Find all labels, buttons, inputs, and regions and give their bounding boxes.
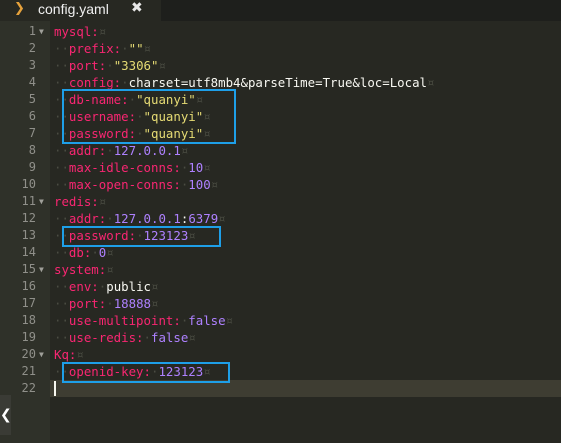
line-number: 2 (28, 41, 36, 55)
code-text: ··port:·18888¤ (54, 296, 159, 311)
code-line[interactable]: 15 ▼ system:¤ (0, 261, 561, 278)
code-token: "" (128, 41, 144, 56)
fold-arrow-icon[interactable]: ▼ (39, 346, 44, 363)
line-number: 9 (28, 160, 36, 174)
code-token: config: (68, 75, 122, 90)
code-token: redis: (54, 194, 99, 209)
tab-title: config.yaml (38, 1, 109, 17)
yaml-file-icon: ❯ (14, 1, 25, 16)
line-number: 10 (21, 177, 36, 191)
code-line[interactable]: 2 ··prefix:·""¤ (0, 40, 561, 57)
tab-bar: ❯ config.yaml ✖ (0, 0, 561, 21)
code-token: charset=utf8mb4&parseTime=True&loc=Local (128, 75, 428, 90)
line-number: 21 (21, 364, 36, 378)
code-token: · (106, 143, 114, 158)
code-line[interactable]: 9 ··max-idle-conns:·10¤ (0, 159, 561, 176)
line-number: 3 (28, 58, 36, 72)
code-text: system:¤ (54, 262, 114, 277)
code-text: ··max-idle-conns:·10¤ (54, 160, 211, 175)
highlight-box-mysql-credentials (62, 89, 236, 144)
code-text: ··addr:·127.0.0.1¤ (54, 143, 189, 158)
code-token: false (151, 330, 189, 345)
code-line[interactable]: 1 ▼ mysql:¤ (0, 23, 561, 40)
code-token: db: (68, 245, 92, 260)
line-number: 12 (21, 211, 36, 225)
code-token: env: (68, 279, 99, 294)
line-number: 17 (21, 296, 36, 310)
line-number: 14 (21, 245, 36, 259)
tab-config-yaml[interactable]: ❯ config.yaml ✖ (0, 0, 161, 21)
line-number: 7 (28, 126, 36, 140)
code-token: addr: (68, 211, 107, 226)
line-number: 8 (28, 143, 36, 157)
code-token: system: (54, 262, 107, 277)
code-token: "3306" (113, 58, 159, 73)
line-number: 11 (21, 194, 36, 208)
chevron-left-icon[interactable]: ❮ (0, 395, 12, 435)
code-line[interactable]: 11 ▼ redis:¤ (0, 193, 561, 210)
code-token: 10 (188, 160, 204, 175)
code-token: · (143, 330, 151, 345)
code-text: ··addr:·127.0.0.1:6379¤ (54, 211, 226, 226)
code-token: max-idle-conns: (68, 160, 181, 175)
code-text: ··port:·"3306"¤ (54, 58, 166, 73)
code-text: ··use-redis:·false¤ (54, 330, 196, 345)
code-token: · (121, 41, 129, 56)
code-token: Kq: (54, 347, 77, 362)
code-token: 18888 (113, 296, 152, 311)
code-text: mysql:¤ (54, 24, 107, 39)
code-line[interactable]: 20 ▼ Kq:¤ (0, 346, 561, 363)
code-token: 100 (188, 177, 211, 192)
code-line[interactable]: 16 ··env:·public¤ (0, 278, 561, 295)
line-number: 16 (21, 279, 36, 293)
code-text: ··prefix:·""¤ (54, 41, 151, 56)
code-token: port: (68, 296, 107, 311)
code-token: max-open-conns: (68, 177, 181, 192)
code-token: 6379 (188, 211, 219, 226)
code-token: addr: (68, 143, 107, 158)
code-token: mysql: (54, 24, 99, 39)
fold-arrow-icon[interactable]: ▼ (39, 23, 44, 40)
line-number: 4 (28, 75, 36, 89)
code-token: · (106, 58, 114, 73)
code-token: · (106, 211, 114, 226)
code-token: use-multipoint: (68, 313, 181, 328)
code-token: · (121, 75, 129, 90)
code-token: port: (68, 58, 107, 73)
code-text: Kq:¤ (54, 347, 84, 362)
code-token: false (188, 313, 226, 328)
code-text: ··use-multipoint:·false¤ (54, 313, 234, 328)
code-line[interactable]: 3 ··port:·"3306"¤ (0, 57, 561, 74)
code-line[interactable]: 12 ··addr:·127.0.0.1:6379¤ (0, 210, 561, 227)
highlight-box-openid-key (62, 362, 230, 383)
code-token: 127.0.0.1 (113, 143, 181, 158)
code-token: · (91, 245, 99, 260)
line-number: 19 (21, 330, 36, 344)
code-line[interactable]: 18 ··use-multipoint:·false¤ (0, 312, 561, 329)
text-cursor (54, 381, 56, 396)
line-number: 6 (28, 109, 36, 123)
line-number: 1 (28, 24, 36, 38)
line-number: 20 (21, 347, 36, 361)
fold-arrow-icon[interactable]: ▼ (39, 193, 44, 210)
line-number: 5 (28, 92, 36, 106)
code-token: use-redis: (68, 330, 144, 345)
line-number: 13 (21, 228, 36, 242)
code-line[interactable]: 19 ··use-redis:·false¤ (0, 329, 561, 346)
code-line[interactable]: 17 ··port:·18888¤ (0, 295, 561, 312)
line-number: 15 (21, 262, 36, 276)
code-line[interactable]: 8 ··addr:·127.0.0.1¤ (0, 142, 561, 159)
fold-arrow-icon[interactable]: ▼ (39, 261, 44, 278)
code-token: · (106, 296, 114, 311)
close-icon[interactable]: ✖ (131, 0, 143, 16)
code-token: prefix: (68, 41, 122, 56)
code-text: redis:¤ (54, 194, 107, 209)
code-text: ··env:·public¤ (54, 279, 159, 294)
highlight-box-redis-password (62, 226, 221, 247)
line-number: 18 (21, 313, 36, 327)
code-token: 127.0.0.1 (113, 211, 181, 226)
code-line[interactable]: 10 ··max-open-conns:·100¤ (0, 176, 561, 193)
code-token: public (106, 279, 151, 294)
code-text: ··max-open-conns:·100¤ (54, 177, 219, 192)
